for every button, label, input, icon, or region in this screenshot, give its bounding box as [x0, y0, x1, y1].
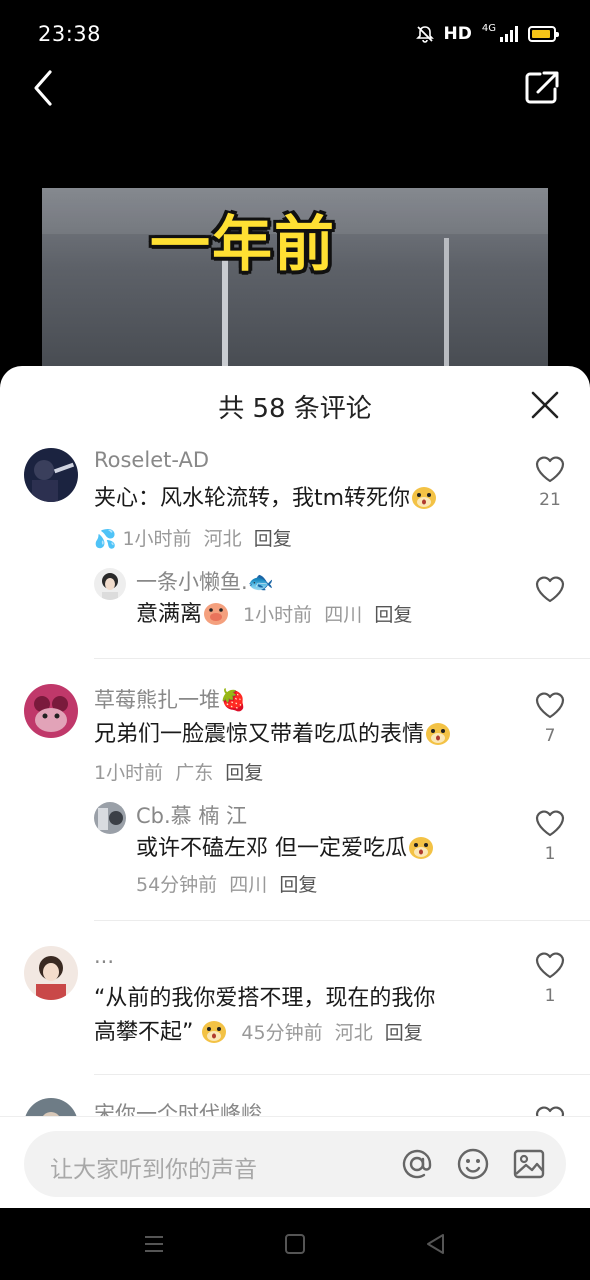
reply-username-text: 一条小懒鱼.	[136, 570, 248, 594]
signal-icon	[500, 26, 518, 42]
comment-username[interactable]: Cb.慕 楠 江	[136, 800, 247, 830]
smiley-icon[interactable]	[456, 1147, 490, 1181]
reply-button[interactable]: 回复	[385, 1022, 423, 1044]
mute-bell-icon	[415, 26, 434, 43]
battery-fill	[532, 30, 550, 38]
back-triangle-icon[interactable]	[424, 1232, 448, 1256]
battery-icon	[528, 26, 559, 42]
status-time: 23:38	[38, 22, 102, 46]
strawberry-emoji-icon: 🍓	[220, 688, 247, 712]
comment-sheet: 共 58 条评论 Roselet-AD 夹心：风水轮流转，我tm转死你 💦 1小…	[0, 366, 590, 1208]
network-type: 4G	[481, 22, 496, 34]
comment-input-placeholder: 让大家听到你的声音	[50, 1157, 257, 1183]
like-count: 1	[544, 986, 556, 1006]
comment-location: 四川	[324, 604, 363, 626]
divider	[94, 658, 590, 659]
reply-button[interactable]: 回复	[254, 528, 292, 550]
status-icons: HD 4G	[415, 22, 559, 44]
home-icon[interactable]	[283, 1232, 307, 1256]
comment-time: 1小时前	[122, 528, 192, 550]
reply-button[interactable]: 回复	[225, 762, 263, 784]
comment-text-content: “从前的我你爱搭不理，现在的我你	[94, 986, 436, 1011]
comment-location: 四川	[229, 874, 268, 896]
avatar[interactable]	[94, 568, 126, 600]
image-icon[interactable]	[512, 1147, 546, 1181]
comment-username[interactable]: ...	[94, 944, 114, 968]
comment-meta: 54分钟前 四川 回复	[136, 870, 317, 897]
hd-indicator: HD	[443, 24, 472, 44]
melon-face-emoji-icon	[200, 1017, 228, 1045]
avatar[interactable]	[24, 448, 78, 502]
comment-input[interactable]: 让大家听到你的声音	[24, 1131, 566, 1197]
fish-emoji-icon: 🐟	[247, 570, 274, 594]
comment-item: ... “从前的我你爱搭不理，现在的我你 高攀不起” 45分钟前 河北 回复 1	[0, 944, 590, 1074]
heart-outline-icon[interactable]	[534, 454, 566, 484]
status-bar: 23:38 HD 4G	[0, 0, 590, 70]
comment-username[interactable]: 一条小懒鱼.🐟	[136, 566, 274, 596]
comment-time: 45分钟前	[241, 1022, 323, 1044]
comment-text: 意满离 1小时前 四川 回复	[136, 598, 412, 632]
comment-text-content: 意满离	[136, 602, 203, 627]
reply-button[interactable]: 回复	[374, 604, 412, 626]
comment-text: “从前的我你爱搭不理，现在的我你	[94, 982, 435, 1016]
system-navigation-bar	[0, 1208, 590, 1280]
at-icon[interactable]	[400, 1147, 434, 1181]
comment-text-content: 或许不磕左邓 但一定爱吃瓜	[136, 836, 407, 861]
comment-meta: 1小时前 广东 回复	[94, 758, 263, 785]
comment-location: 河北	[203, 528, 242, 550]
comment-username[interactable]: Roselet-AD	[94, 448, 209, 472]
melon-face-emoji-icon	[424, 719, 452, 747]
divider	[94, 1074, 590, 1075]
comment-username[interactable]: 草莓熊扎一堆🍓	[94, 684, 246, 714]
divider	[94, 920, 590, 921]
avatar[interactable]	[24, 684, 78, 738]
menu-icon[interactable]	[142, 1232, 166, 1256]
comment-count-title: 共 58 条评论	[218, 394, 372, 424]
comment-text-content: 兄弟们一脸震惊又带着吃瓜的表情	[94, 722, 425, 747]
melon-face-emoji-icon	[410, 483, 438, 511]
like-count: 7	[544, 726, 556, 746]
comment-meta: 1小时前 四川 回复	[243, 604, 412, 626]
heart-outline-icon[interactable]	[534, 690, 566, 720]
comment-location: 河北	[334, 1022, 373, 1044]
comment-text: 夹心：风水轮流转，我tm转死你	[94, 482, 438, 516]
like-count: 21	[539, 490, 561, 510]
heart-outline-icon[interactable]	[534, 950, 566, 980]
comment-text-content: 高攀不起”	[94, 1020, 194, 1045]
comment-text-content: 夹心：风水轮流转，我tm转死你	[94, 486, 411, 511]
reply-button[interactable]: 回复	[279, 874, 317, 896]
avatar[interactable]	[24, 946, 78, 1000]
share-icon[interactable]	[522, 68, 562, 108]
username-text: 草莓熊扎一堆	[94, 688, 220, 712]
comment-text: 兄弟们一脸震惊又带着吃瓜的表情	[94, 718, 452, 752]
melon-face-emoji-icon	[407, 833, 435, 861]
video-caption: 一年前	[150, 210, 336, 280]
comment-item: 草莓熊扎一堆🍓 兄弟们一脸震惊又带着吃瓜的表情 1小时前 广东 回复 7	[0, 680, 590, 790]
comment-input-bar: 让大家听到你的声音	[0, 1116, 590, 1208]
comment-time: 1小时前	[243, 604, 313, 626]
comment-item: Roselet-AD 夹心：风水轮流转，我tm转死你 💦 1小时前 河北 回复 …	[0, 444, 590, 554]
comment-time: 1小时前	[94, 762, 164, 784]
reply-item: Cb.慕 楠 江 或许不磕左邓 但一定爱吃瓜 54分钟前 四川 回复 1	[0, 798, 590, 898]
close-icon[interactable]	[530, 390, 560, 420]
screen: 23:38 HD 4G 一年前 共 58 条评论 Roselet-AD 夹心：风…	[0, 0, 590, 1280]
heart-outline-icon[interactable]	[534, 808, 566, 838]
comment-text: 或许不磕左邓 但一定爱吃瓜	[136, 832, 435, 866]
back-icon[interactable]	[26, 66, 66, 110]
heart-outline-icon[interactable]	[534, 574, 566, 604]
video-player[interactable]: 一年前	[42, 188, 548, 388]
like-count: 1	[544, 844, 556, 864]
comment-location: 广东	[175, 762, 214, 784]
comment-meta: 💦 1小时前 河北 回复	[94, 524, 292, 551]
avatar[interactable]	[94, 802, 126, 834]
droplets-emoji-icon: 💦	[94, 529, 117, 550]
pig-face-emoji-icon	[202, 599, 230, 627]
comment-time: 54分钟前	[136, 874, 218, 896]
comment-meta: 45分钟前 河北 回复	[241, 1022, 422, 1044]
reply-item: 一条小懒鱼.🐟 意满离 1小时前 四川 回复	[0, 564, 590, 644]
comment-text: 高攀不起” 45分钟前 河北 回复	[94, 1016, 423, 1050]
